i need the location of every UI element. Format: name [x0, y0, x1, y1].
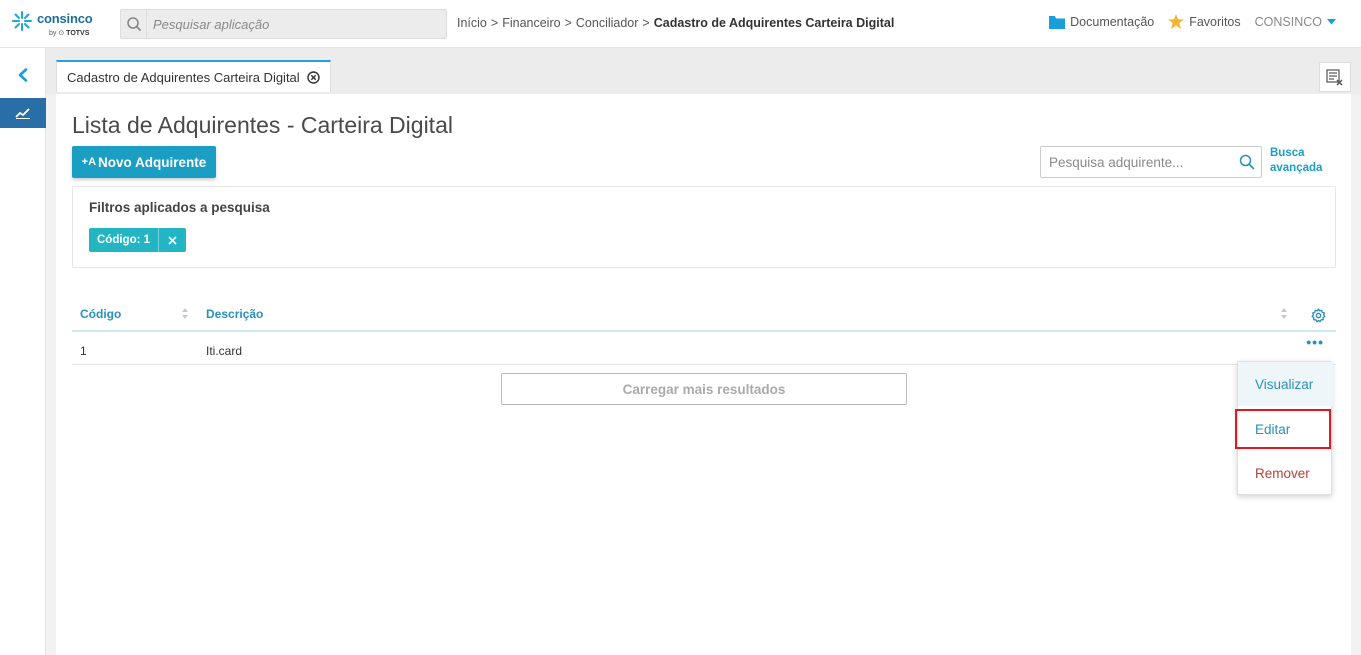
- brand-by: by ⊙ TOTVS: [49, 30, 90, 37]
- filter-chip-codigo: Código: 1: [89, 228, 187, 252]
- menu-item-remover[interactable]: Remover: [1238, 451, 1333, 495]
- advanced-search-link[interactable]: Busca avançada: [1270, 146, 1322, 176]
- load-more-button[interactable]: Carregar mais resultados: [501, 373, 907, 405]
- chart-line-icon: [15, 108, 30, 119]
- consinco-logo[interactable]: consinco by ⊙ TOTVS: [11, 9, 101, 39]
- search-icon: [121, 10, 147, 38]
- breadcrumb-inicio[interactable]: Início: [457, 16, 487, 30]
- remove-filter-button[interactable]: [158, 228, 186, 252]
- favorites-label: Favoritos: [1189, 14, 1241, 29]
- consinco-logo-mark-icon: [12, 11, 32, 31]
- cell-codigo: 1: [80, 344, 87, 358]
- main-content: Lista de Adquirentes - Carteira Digital …: [56, 94, 1351, 655]
- top-right-actions: Documentação Favoritos CONSINCO: [1035, 14, 1341, 29]
- table-row[interactable]: 1 Iti.card •••: [72, 332, 1336, 365]
- acquirer-search: [1040, 146, 1262, 178]
- cell-descricao: Iti.card: [206, 344, 243, 358]
- breadcrumb-financeiro[interactable]: Financeiro: [502, 16, 560, 30]
- app-search-input[interactable]: [148, 10, 444, 38]
- tab-strip: Cadastro de Adquirentes Carteira Digital: [46, 48, 1361, 94]
- documentation-label: Documentação: [1070, 14, 1155, 29]
- column-header-descricao[interactable]: Descrição: [206, 307, 263, 321]
- top-bar: consinco by ⊙ TOTVS Início>Financeiro>Co…: [0, 0, 1361, 48]
- breadcrumb: Início > Financeiro > Conciliador > Cadastro d…: [457, 16, 895, 30]
- table-header: Código Descrição: [72, 300, 1336, 332]
- close-circle-icon[interactable]: [306, 70, 320, 84]
- breadcrumb-current: Cadastro de Adquirentes Carteira Digital: [653, 16, 895, 30]
- tab-cadastro-adquirentes[interactable]: Cadastro de Adquirentes Carteira Digital: [56, 60, 331, 92]
- star-icon: [1168, 14, 1185, 29]
- brand-name: consinco: [37, 11, 93, 26]
- gear-icon[interactable]: [1311, 308, 1326, 323]
- sort-icon[interactable]: [182, 308, 188, 319]
- close-all-tabs-button[interactable]: [1319, 62, 1351, 92]
- clear-list-icon: [1326, 68, 1343, 85]
- tab-label: Cadastro de Adquirentes Carteira Digital: [67, 69, 300, 85]
- close-icon: [168, 235, 177, 245]
- filters-title: Filtros aplicados a pesquisa: [89, 200, 270, 215]
- filter-chip-label: Código: 1: [97, 234, 151, 246]
- acquirer-search-input[interactable]: [1041, 147, 1231, 177]
- documentation-link[interactable]: Documentação: [1049, 15, 1154, 29]
- chevron-left-icon: [18, 68, 28, 82]
- new-acquirer-button[interactable]: +A Novo Adquirente: [72, 146, 216, 178]
- add-icon: +A: [81, 156, 97, 168]
- caret-down-icon: [1327, 18, 1336, 24]
- search-icon[interactable]: [1239, 154, 1255, 170]
- menu-item-visualizar[interactable]: Visualizar: [1238, 362, 1333, 406]
- breadcrumb-conciliador[interactable]: Conciliador: [576, 16, 639, 30]
- applied-filters-panel: Filtros aplicados a pesquisa Código: 1: [72, 186, 1336, 268]
- collapse-button[interactable]: [0, 64, 46, 86]
- left-rail: [0, 48, 46, 655]
- sort-icon[interactable]: [1281, 308, 1287, 319]
- app-search: [120, 9, 447, 39]
- new-acquirer-label: Novo Adquirente: [98, 154, 207, 170]
- highlight-box: [1235, 409, 1331, 449]
- ellipsis-icon[interactable]: •••: [1306, 335, 1324, 349]
- favorites-link[interactable]: Favoritos: [1168, 14, 1241, 29]
- page-title: Lista de Adquirentes - Carteira Digital: [72, 112, 453, 138]
- folder-icon: [1049, 15, 1066, 29]
- user-menu[interactable]: CONSINCO: [1255, 15, 1341, 29]
- financial-module-button[interactable]: [0, 98, 46, 128]
- column-header-codigo[interactable]: Código: [80, 307, 121, 321]
- user-name: CONSINCO: [1254, 14, 1322, 29]
- acquirers-table: Código Descrição 1 Iti.card •••: [72, 300, 1336, 365]
